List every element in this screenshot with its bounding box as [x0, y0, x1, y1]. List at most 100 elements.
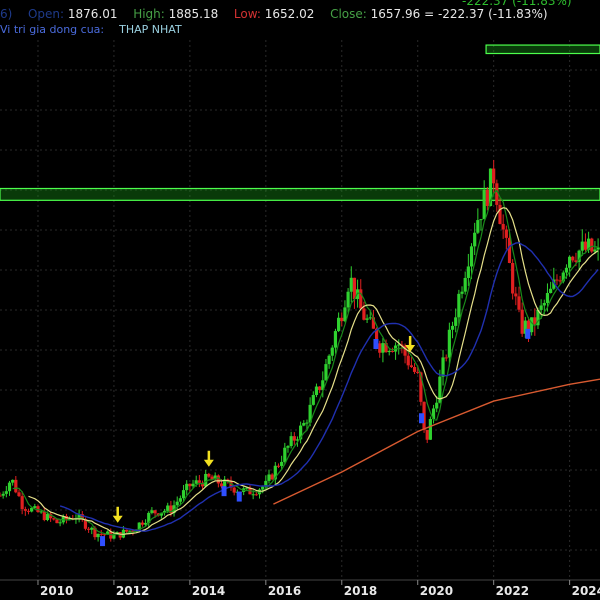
candle-body: [87, 528, 91, 530]
candle-body: [254, 494, 258, 496]
resistance-zone: [0, 187, 600, 201]
high-label: High:: [133, 7, 165, 21]
candle-body: [362, 308, 366, 320]
signal-marker: [100, 536, 106, 547]
candle-body: [457, 293, 461, 318]
candle-body: [517, 296, 521, 310]
candle-body: [593, 249, 597, 252]
candle-body: [381, 343, 385, 353]
candle-body: [207, 473, 211, 477]
candle-body: [102, 534, 107, 536]
candle-body: [539, 305, 543, 310]
candle-body: [568, 256, 572, 268]
candle-body: [564, 267, 569, 273]
candle-body: [450, 325, 455, 330]
candle-body: [90, 527, 94, 530]
candle-body: [45, 513, 50, 521]
candle-body: [267, 474, 271, 481]
candle-body: [511, 262, 515, 294]
candle-body: [283, 447, 287, 462]
candle-body: [11, 479, 15, 483]
candle-body: [409, 365, 413, 367]
candle-body: [463, 277, 467, 292]
candle-body: [20, 496, 24, 510]
low-value: 1652.02: [264, 7, 315, 21]
candle-body: [327, 355, 331, 365]
candle-body: [96, 533, 100, 538]
candle-body: [58, 522, 62, 524]
candle-body: [583, 241, 588, 250]
candle-body: [501, 223, 505, 230]
high-value: 1885.18: [168, 7, 219, 21]
candle-body: [26, 510, 31, 512]
candle-body: [469, 246, 474, 267]
candle-body: [42, 511, 46, 521]
candle-body: [545, 293, 550, 303]
candle-body: [178, 498, 182, 502]
candle-body: [286, 446, 290, 448]
candle-body: [7, 482, 12, 492]
candle-body: [441, 357, 445, 377]
candle-body: [530, 317, 534, 333]
low-label: Low:: [233, 7, 261, 21]
candle-body: [428, 419, 432, 440]
candle-body: [140, 522, 145, 525]
close-value: 1657.96: [370, 7, 421, 21]
candle-body: [479, 219, 483, 221]
candle-body: [596, 247, 600, 250]
close-label: Close:: [330, 7, 367, 21]
candle-body: [340, 317, 344, 322]
signal-marker: [419, 413, 425, 424]
candle-body: [365, 318, 369, 320]
candle-body: [185, 483, 189, 491]
candle-body: [359, 289, 363, 309]
candle-body: [590, 238, 594, 252]
candle-body: [492, 168, 496, 184]
candle-body: [412, 366, 417, 372]
candle-body: [387, 350, 391, 353]
candle-body: [55, 519, 59, 524]
signal-marker: [236, 491, 242, 502]
candle-body: [219, 483, 224, 487]
candle-body: [204, 473, 208, 487]
candle-body: [318, 386, 322, 390]
candle-body: [194, 480, 198, 484]
candle-body: [150, 510, 154, 513]
candle-body: [280, 461, 284, 466]
candle-body: [33, 506, 37, 508]
candle-body: [330, 347, 334, 356]
open-label: Open:: [27, 7, 65, 21]
candle-body: [314, 386, 319, 396]
candle-body: [52, 518, 56, 520]
candle-body: [520, 309, 524, 334]
candle-body: [460, 291, 464, 294]
top-change-readout: -222.37 (-11.83%): [462, 0, 572, 8]
candle-body: [251, 494, 255, 496]
candle-body: [390, 350, 395, 352]
candle-body: [270, 474, 274, 480]
candle-body: [197, 480, 201, 483]
x-tick-label: 2022: [496, 584, 529, 598]
candle-body: [514, 293, 518, 297]
candle-body: [0, 495, 2, 497]
candle-body: [549, 288, 553, 294]
candle-body: [485, 189, 489, 207]
candle-body: [435, 402, 439, 409]
candle-body: [454, 317, 458, 326]
candle-body: [232, 487, 236, 493]
ohlc-header: 6) Open: 1876.01 High: 1885.18 Low: 1652…: [0, 7, 548, 21]
candle-body: [261, 486, 265, 490]
candle-body: [349, 277, 353, 292]
candle-body: [289, 436, 293, 447]
candle-body: [337, 317, 341, 332]
candle-body: [191, 483, 195, 487]
candle-body: [302, 423, 306, 426]
candle-body: [4, 491, 8, 494]
candle-body: [324, 364, 328, 381]
candle-body: [181, 490, 186, 499]
candle-body: [368, 317, 372, 319]
candle-body: [425, 429, 429, 440]
candle-body: [580, 241, 584, 251]
candle-body: [346, 291, 350, 308]
candle-body: [555, 279, 559, 281]
